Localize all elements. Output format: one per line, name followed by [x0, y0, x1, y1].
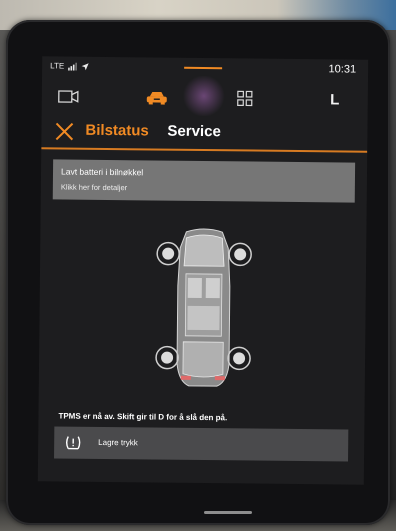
car-diagram [151, 225, 257, 390]
location-arrow-icon [81, 62, 89, 70]
car-icon [146, 91, 167, 105]
camera-button[interactable] [56, 84, 82, 108]
status-left: LTE [50, 61, 89, 71]
screen-glare [181, 75, 227, 117]
key-battery-notice[interactable]: Lavt batteri i bilnøkkel Klikk her for d… [52, 159, 356, 203]
close-button[interactable] [53, 120, 75, 142]
clock: 10:31 [328, 63, 357, 76]
top-navigation: L [42, 75, 368, 117]
car-status-button[interactable] [144, 85, 170, 109]
signal-icon [68, 62, 78, 71]
active-view-indicator [184, 66, 223, 70]
camera-icon [58, 90, 79, 103]
notice-subtitle: Klikk her for detaljer [60, 182, 128, 193]
tab-bilstatus[interactable]: Bilstatus [85, 122, 149, 140]
save-pressure-label: Lagre trykk [98, 437, 138, 448]
tire-pressure-icon [65, 436, 81, 450]
bezel-handle [204, 511, 252, 514]
profile-button[interactable]: L [322, 87, 348, 111]
close-icon [55, 122, 74, 141]
grid-icon [237, 90, 253, 107]
infotainment-screen: LTE 10:31 L Bilstatus Service Lavt batte… [37, 56, 369, 485]
car-top-view [155, 228, 252, 387]
page-header: Bilstatus Service [41, 118, 367, 149]
save-pressure-button[interactable]: Lagre trykk [54, 426, 349, 462]
notice-title: Lavt batteri i bilnøkkel [60, 166, 144, 178]
network-label: LTE [50, 61, 65, 71]
apps-button[interactable] [232, 86, 258, 110]
tab-service[interactable]: Service [167, 123, 221, 141]
tpms-message: TPMS er nå av. Skift gir til D for å slå… [58, 411, 228, 423]
